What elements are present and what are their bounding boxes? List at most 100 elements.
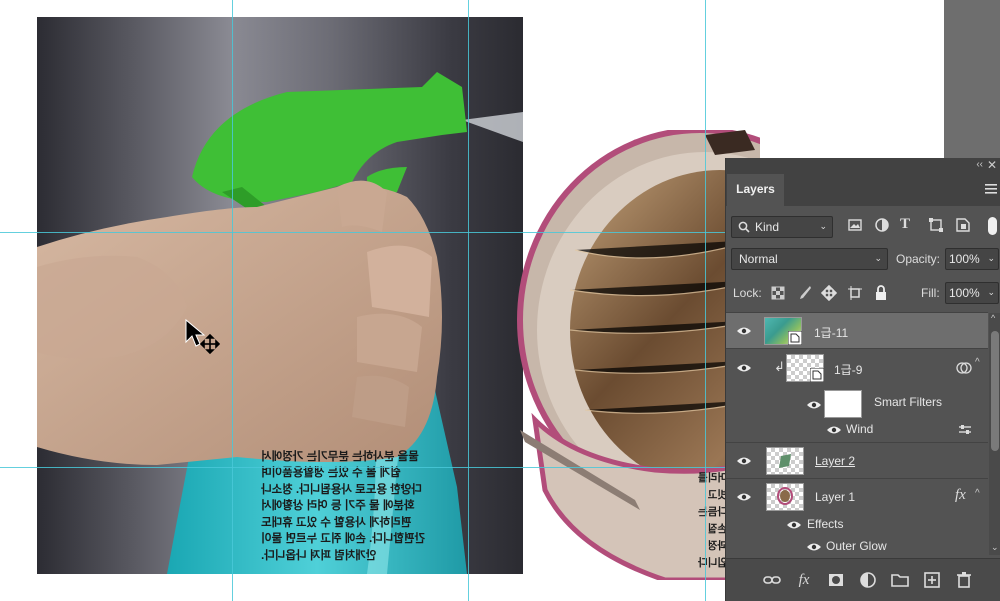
lock-row: Lock: Fill: 100% ⌄ xyxy=(726,282,1000,306)
smart-object-badge-icon xyxy=(788,331,802,345)
spray-bottle-photo[interactable]: 물을 분사하는 분무기는 가정에서 쉽게 볼 수 있는 생활용품이며 다양한 용… xyxy=(37,17,523,574)
delete-layer-trash-icon[interactable] xyxy=(954,570,974,590)
scrollbar-thumb[interactable] xyxy=(991,331,999,451)
panel-title-bar[interactable]: ‹‹ ✕ xyxy=(726,158,1000,174)
layer-thumbnail xyxy=(766,483,804,511)
lock-position-icon[interactable] xyxy=(821,285,837,301)
layers-panel[interactable]: ‹‹ ✕ Layers Kind ⌄ T Normal ⌄ Opacity: 1… xyxy=(725,158,1000,601)
guide-vertical[interactable] xyxy=(468,0,469,601)
link-layers-icon[interactable] xyxy=(762,570,782,590)
layer-name[interactable]: 1급-11 xyxy=(814,324,848,341)
filter-row-wind[interactable]: Wind xyxy=(726,420,988,440)
visibility-eye-icon[interactable] xyxy=(806,542,822,552)
smart-filters-label: Smart Filters xyxy=(874,395,943,409)
chevron-up-icon[interactable]: ^ xyxy=(975,357,980,368)
smart-filters-row[interactable]: Smart Filters xyxy=(726,390,988,420)
photo-caption: 물을 분사하는 분무기는 가정에서 쉽게 볼 수 있는 생활용품이며 다양한 용… xyxy=(261,449,511,565)
add-layer-style-fx-icon[interactable]: fx xyxy=(794,570,814,590)
effects-label: Effects xyxy=(807,517,844,531)
adjustment-layer-filter-icon[interactable] xyxy=(873,216,891,234)
caption-line: 손질 xyxy=(707,523,727,535)
visibility-eye-icon[interactable] xyxy=(806,400,822,410)
blend-mode-value: Normal xyxy=(739,252,778,266)
visibility-eye-icon[interactable] xyxy=(736,363,752,373)
new-layer-icon[interactable] xyxy=(922,570,942,590)
smart-object-filter-icon[interactable] xyxy=(954,216,972,234)
move-tool-cursor-icon xyxy=(185,318,220,355)
visibility-eye-icon[interactable] xyxy=(736,492,752,502)
layers-bottom-toolbar: fx xyxy=(726,558,1000,601)
effect-name[interactable]: Outer Glow xyxy=(826,539,887,553)
effect-row-outer-glow[interactable]: Outer Glow xyxy=(726,536,988,558)
clipping-arrow-icon: ↲ xyxy=(774,359,785,374)
fill-field[interactable]: 100% ⌄ xyxy=(945,282,999,304)
fill-label: Fill: xyxy=(921,286,940,300)
filter-blending-options-icon[interactable] xyxy=(958,424,972,436)
add-layer-mask-icon[interactable] xyxy=(826,570,846,590)
layer-row-1-11[interactable]: 1급-11 xyxy=(726,312,988,349)
lock-artboard-icon[interactable] xyxy=(847,285,863,301)
scroll-down-icon[interactable]: ⌄ xyxy=(991,542,999,553)
layer-thumbnail xyxy=(764,317,802,345)
smart-object-badge-icon xyxy=(810,368,824,382)
chevron-down-icon[interactable]: ⌄ xyxy=(987,253,995,264)
scroll-up-icon[interactable]: ^ xyxy=(991,313,995,323)
new-group-folder-icon[interactable] xyxy=(890,570,910,590)
filter-name[interactable]: Wind xyxy=(846,422,873,436)
caption-line: 다듬는 xyxy=(698,506,727,518)
blend-mode-dropdown[interactable]: Normal ⌄ xyxy=(731,248,888,270)
pixel-layer-filter-icon[interactable] xyxy=(846,216,864,234)
chevron-down-icon: ⌄ xyxy=(874,253,882,263)
caption-line: 다양한 용도로 사용됩니다. 청소나 xyxy=(261,483,422,496)
caption-line: 편리하게 사용할 수 있고 휴대도 xyxy=(261,516,412,529)
blend-row: Normal ⌄ Opacity: 100% ⌄ xyxy=(726,248,1000,272)
visibility-eye-icon[interactable] xyxy=(786,520,802,530)
layer-content-preview xyxy=(779,454,791,468)
chevron-down-icon[interactable]: ⌄ xyxy=(987,287,995,298)
layer-row-layer-1[interactable]: Layer 1 fx ^ xyxy=(726,478,988,515)
guide-vertical[interactable] xyxy=(232,0,233,601)
fill-value: 100% xyxy=(949,286,980,300)
shape-layer-filter-icon[interactable] xyxy=(927,216,945,234)
lock-label: Lock: xyxy=(733,286,762,300)
type-layer-filter-icon[interactable]: T xyxy=(900,216,918,234)
layer-row-1-9[interactable]: ↲ 1급-9 ^ xyxy=(726,348,988,391)
filter-kind-label: Kind xyxy=(755,220,780,234)
layer-row-layer-2[interactable]: Layer 2 xyxy=(726,442,988,479)
new-fill-adjustment-layer-icon[interactable] xyxy=(858,570,878,590)
chevron-up-icon[interactable]: ^ xyxy=(975,488,980,499)
layer-content-preview xyxy=(777,487,793,505)
guide-vertical[interactable] xyxy=(705,0,706,601)
caption-line: 과정 xyxy=(707,540,727,552)
opacity-value: 100% xyxy=(949,252,980,266)
filter-toggle-switch[interactable] xyxy=(988,217,997,235)
collapse-panel-icon[interactable]: ‹‹ xyxy=(976,159,983,170)
filter-mask-thumbnail xyxy=(824,390,862,418)
layers-scrollbar[interactable]: ^ ⌄ xyxy=(989,313,1000,555)
filter-row: Kind ⌄ T xyxy=(726,216,1000,240)
layer-thumbnail xyxy=(766,447,804,475)
hair-caption: 머리를 빗고 다듬는 손질 과정 입니다 xyxy=(647,470,727,572)
visibility-eye-icon[interactable] xyxy=(736,456,752,466)
lock-image-pixels-icon[interactable] xyxy=(796,285,812,301)
caption-line: 물을 분사하는 분무기는 가정에서 xyxy=(261,450,419,463)
visibility-eye-icon[interactable] xyxy=(826,425,842,435)
opacity-label: Opacity: xyxy=(896,252,941,266)
tab-layers[interactable]: Layers xyxy=(727,174,784,206)
effects-row[interactable]: Effects xyxy=(726,514,988,536)
layer-name[interactable]: Layer 1 xyxy=(815,490,855,504)
lock-all-icon[interactable] xyxy=(873,285,889,301)
chevron-down-icon: ⌄ xyxy=(819,221,827,231)
close-panel-icon[interactable]: ✕ xyxy=(987,158,997,172)
lock-transparent-pixels-icon[interactable] xyxy=(770,285,786,301)
layer-name[interactable]: 1급-9 xyxy=(834,361,862,378)
caption-line: 간편합니다. 손에 쥐고 누르면 물이 xyxy=(261,533,426,545)
caption-line: 입니다 xyxy=(698,557,727,569)
layer-effects-fx-icon[interactable]: fx xyxy=(955,487,966,504)
panel-menu-icon[interactable] xyxy=(985,184,997,194)
filter-kind-dropdown[interactable]: Kind ⌄ xyxy=(731,216,833,238)
layer-name[interactable]: Layer 2 xyxy=(815,454,855,468)
smart-filter-indicator-icon xyxy=(956,362,972,374)
opacity-field[interactable]: 100% ⌄ xyxy=(945,248,999,270)
visibility-eye-icon[interactable] xyxy=(736,326,752,336)
